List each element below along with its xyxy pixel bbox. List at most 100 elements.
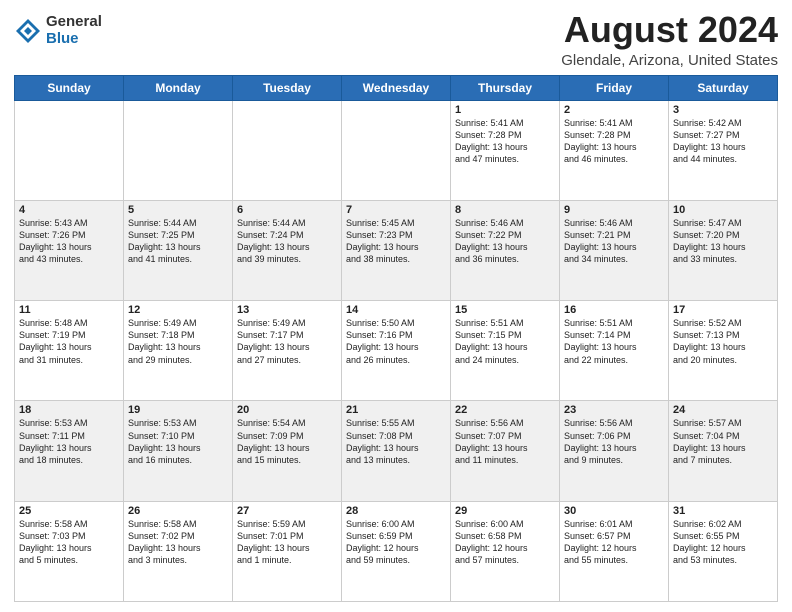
day-header-thursday: Thursday bbox=[451, 75, 560, 100]
day-header-wednesday: Wednesday bbox=[342, 75, 451, 100]
day-number: 23 bbox=[564, 404, 664, 416]
day-cell: 2Sunrise: 5:41 AM Sunset: 7:28 PM Daylig… bbox=[560, 100, 669, 200]
day-info: Sunrise: 5:45 AM Sunset: 7:23 PM Dayligh… bbox=[346, 217, 446, 266]
logo-blue: Blue bbox=[46, 31, 102, 48]
day-cell: 28Sunrise: 6:00 AM Sunset: 6:59 PM Dayli… bbox=[342, 501, 451, 601]
day-number: 11 bbox=[19, 304, 119, 316]
day-number: 22 bbox=[455, 404, 555, 416]
logo: General Blue bbox=[14, 14, 102, 47]
day-info: Sunrise: 5:46 AM Sunset: 7:21 PM Dayligh… bbox=[564, 217, 664, 266]
day-cell: 26Sunrise: 5:58 AM Sunset: 7:02 PM Dayli… bbox=[124, 501, 233, 601]
day-cell: 19Sunrise: 5:53 AM Sunset: 7:10 PM Dayli… bbox=[124, 401, 233, 501]
day-cell: 11Sunrise: 5:48 AM Sunset: 7:19 PM Dayli… bbox=[15, 301, 124, 401]
day-info: Sunrise: 6:02 AM Sunset: 6:55 PM Dayligh… bbox=[673, 518, 773, 567]
day-number: 30 bbox=[564, 505, 664, 517]
day-info: Sunrise: 5:41 AM Sunset: 7:28 PM Dayligh… bbox=[455, 117, 555, 166]
day-cell: 10Sunrise: 5:47 AM Sunset: 7:20 PM Dayli… bbox=[669, 200, 778, 300]
day-number: 15 bbox=[455, 304, 555, 316]
day-info: Sunrise: 5:44 AM Sunset: 7:24 PM Dayligh… bbox=[237, 217, 337, 266]
day-header-sunday: Sunday bbox=[15, 75, 124, 100]
day-info: Sunrise: 5:55 AM Sunset: 7:08 PM Dayligh… bbox=[346, 417, 446, 466]
day-number: 31 bbox=[673, 505, 773, 517]
day-cell: 4Sunrise: 5:43 AM Sunset: 7:26 PM Daylig… bbox=[15, 200, 124, 300]
week-row-1: 1Sunrise: 5:41 AM Sunset: 7:28 PM Daylig… bbox=[15, 100, 778, 200]
day-info: Sunrise: 5:49 AM Sunset: 7:18 PM Dayligh… bbox=[128, 317, 228, 366]
day-header-monday: Monday bbox=[124, 75, 233, 100]
day-cell: 25Sunrise: 5:58 AM Sunset: 7:03 PM Dayli… bbox=[15, 501, 124, 601]
day-info: Sunrise: 5:50 AM Sunset: 7:16 PM Dayligh… bbox=[346, 317, 446, 366]
title-block: August 2024 Glendale, Arizona, United St… bbox=[561, 10, 778, 69]
day-cell: 12Sunrise: 5:49 AM Sunset: 7:18 PM Dayli… bbox=[124, 301, 233, 401]
day-cell: 8Sunrise: 5:46 AM Sunset: 7:22 PM Daylig… bbox=[451, 200, 560, 300]
day-number: 13 bbox=[237, 304, 337, 316]
day-info: Sunrise: 5:46 AM Sunset: 7:22 PM Dayligh… bbox=[455, 217, 555, 266]
day-cell: 9Sunrise: 5:46 AM Sunset: 7:21 PM Daylig… bbox=[560, 200, 669, 300]
day-cell: 3Sunrise: 5:42 AM Sunset: 7:27 PM Daylig… bbox=[669, 100, 778, 200]
day-number: 19 bbox=[128, 404, 228, 416]
day-number: 6 bbox=[237, 204, 337, 216]
day-number: 7 bbox=[346, 204, 446, 216]
day-info: Sunrise: 5:53 AM Sunset: 7:10 PM Dayligh… bbox=[128, 417, 228, 466]
day-info: Sunrise: 5:41 AM Sunset: 7:28 PM Dayligh… bbox=[564, 117, 664, 166]
day-cell: 16Sunrise: 5:51 AM Sunset: 7:14 PM Dayli… bbox=[560, 301, 669, 401]
page: General Blue August 2024 Glendale, Arizo… bbox=[0, 0, 792, 612]
day-cell: 23Sunrise: 5:56 AM Sunset: 7:06 PM Dayli… bbox=[560, 401, 669, 501]
day-number: 4 bbox=[19, 204, 119, 216]
day-info: Sunrise: 5:53 AM Sunset: 7:11 PM Dayligh… bbox=[19, 417, 119, 466]
day-cell: 22Sunrise: 5:56 AM Sunset: 7:07 PM Dayli… bbox=[451, 401, 560, 501]
day-info: Sunrise: 5:44 AM Sunset: 7:25 PM Dayligh… bbox=[128, 217, 228, 266]
day-number: 27 bbox=[237, 505, 337, 517]
day-number: 14 bbox=[346, 304, 446, 316]
day-number: 16 bbox=[564, 304, 664, 316]
day-number: 3 bbox=[673, 104, 773, 116]
day-number: 29 bbox=[455, 505, 555, 517]
week-row-4: 18Sunrise: 5:53 AM Sunset: 7:11 PM Dayli… bbox=[15, 401, 778, 501]
day-cell: 14Sunrise: 5:50 AM Sunset: 7:16 PM Dayli… bbox=[342, 301, 451, 401]
day-cell: 6Sunrise: 5:44 AM Sunset: 7:24 PM Daylig… bbox=[233, 200, 342, 300]
day-number: 2 bbox=[564, 104, 664, 116]
day-number: 18 bbox=[19, 404, 119, 416]
day-number: 5 bbox=[128, 204, 228, 216]
day-info: Sunrise: 5:43 AM Sunset: 7:26 PM Dayligh… bbox=[19, 217, 119, 266]
day-cell: 15Sunrise: 5:51 AM Sunset: 7:15 PM Dayli… bbox=[451, 301, 560, 401]
day-cell: 5Sunrise: 5:44 AM Sunset: 7:25 PM Daylig… bbox=[124, 200, 233, 300]
day-cell: 20Sunrise: 5:54 AM Sunset: 7:09 PM Dayli… bbox=[233, 401, 342, 501]
logo-general: General bbox=[46, 14, 102, 31]
day-cell bbox=[342, 100, 451, 200]
days-header-row: SundayMondayTuesdayWednesdayThursdayFrid… bbox=[15, 75, 778, 100]
day-info: Sunrise: 5:59 AM Sunset: 7:01 PM Dayligh… bbox=[237, 518, 337, 567]
header: General Blue August 2024 Glendale, Arizo… bbox=[14, 10, 778, 69]
logo-icon bbox=[14, 17, 42, 45]
logo-text: General Blue bbox=[46, 14, 102, 47]
day-cell: 1Sunrise: 5:41 AM Sunset: 7:28 PM Daylig… bbox=[451, 100, 560, 200]
day-header-tuesday: Tuesday bbox=[233, 75, 342, 100]
day-number: 21 bbox=[346, 404, 446, 416]
day-cell bbox=[15, 100, 124, 200]
day-number: 25 bbox=[19, 505, 119, 517]
day-header-friday: Friday bbox=[560, 75, 669, 100]
day-info: Sunrise: 5:49 AM Sunset: 7:17 PM Dayligh… bbox=[237, 317, 337, 366]
day-cell bbox=[233, 100, 342, 200]
day-cell: 17Sunrise: 5:52 AM Sunset: 7:13 PM Dayli… bbox=[669, 301, 778, 401]
subtitle: Glendale, Arizona, United States bbox=[561, 52, 778, 69]
day-number: 28 bbox=[346, 505, 446, 517]
day-info: Sunrise: 5:51 AM Sunset: 7:14 PM Dayligh… bbox=[564, 317, 664, 366]
day-cell: 24Sunrise: 5:57 AM Sunset: 7:04 PM Dayli… bbox=[669, 401, 778, 501]
day-cell: 21Sunrise: 5:55 AM Sunset: 7:08 PM Dayli… bbox=[342, 401, 451, 501]
day-cell: 29Sunrise: 6:00 AM Sunset: 6:58 PM Dayli… bbox=[451, 501, 560, 601]
day-info: Sunrise: 5:54 AM Sunset: 7:09 PM Dayligh… bbox=[237, 417, 337, 466]
day-cell: 27Sunrise: 5:59 AM Sunset: 7:01 PM Dayli… bbox=[233, 501, 342, 601]
day-cell: 7Sunrise: 5:45 AM Sunset: 7:23 PM Daylig… bbox=[342, 200, 451, 300]
calendar-table: SundayMondayTuesdayWednesdayThursdayFrid… bbox=[14, 75, 778, 602]
day-info: Sunrise: 5:48 AM Sunset: 7:19 PM Dayligh… bbox=[19, 317, 119, 366]
day-info: Sunrise: 5:51 AM Sunset: 7:15 PM Dayligh… bbox=[455, 317, 555, 366]
day-info: Sunrise: 5:56 AM Sunset: 7:07 PM Dayligh… bbox=[455, 417, 555, 466]
day-info: Sunrise: 5:56 AM Sunset: 7:06 PM Dayligh… bbox=[564, 417, 664, 466]
day-number: 12 bbox=[128, 304, 228, 316]
day-number: 1 bbox=[455, 104, 555, 116]
day-header-saturday: Saturday bbox=[669, 75, 778, 100]
day-info: Sunrise: 5:58 AM Sunset: 7:03 PM Dayligh… bbox=[19, 518, 119, 567]
day-cell: 31Sunrise: 6:02 AM Sunset: 6:55 PM Dayli… bbox=[669, 501, 778, 601]
week-row-3: 11Sunrise: 5:48 AM Sunset: 7:19 PM Dayli… bbox=[15, 301, 778, 401]
day-number: 10 bbox=[673, 204, 773, 216]
